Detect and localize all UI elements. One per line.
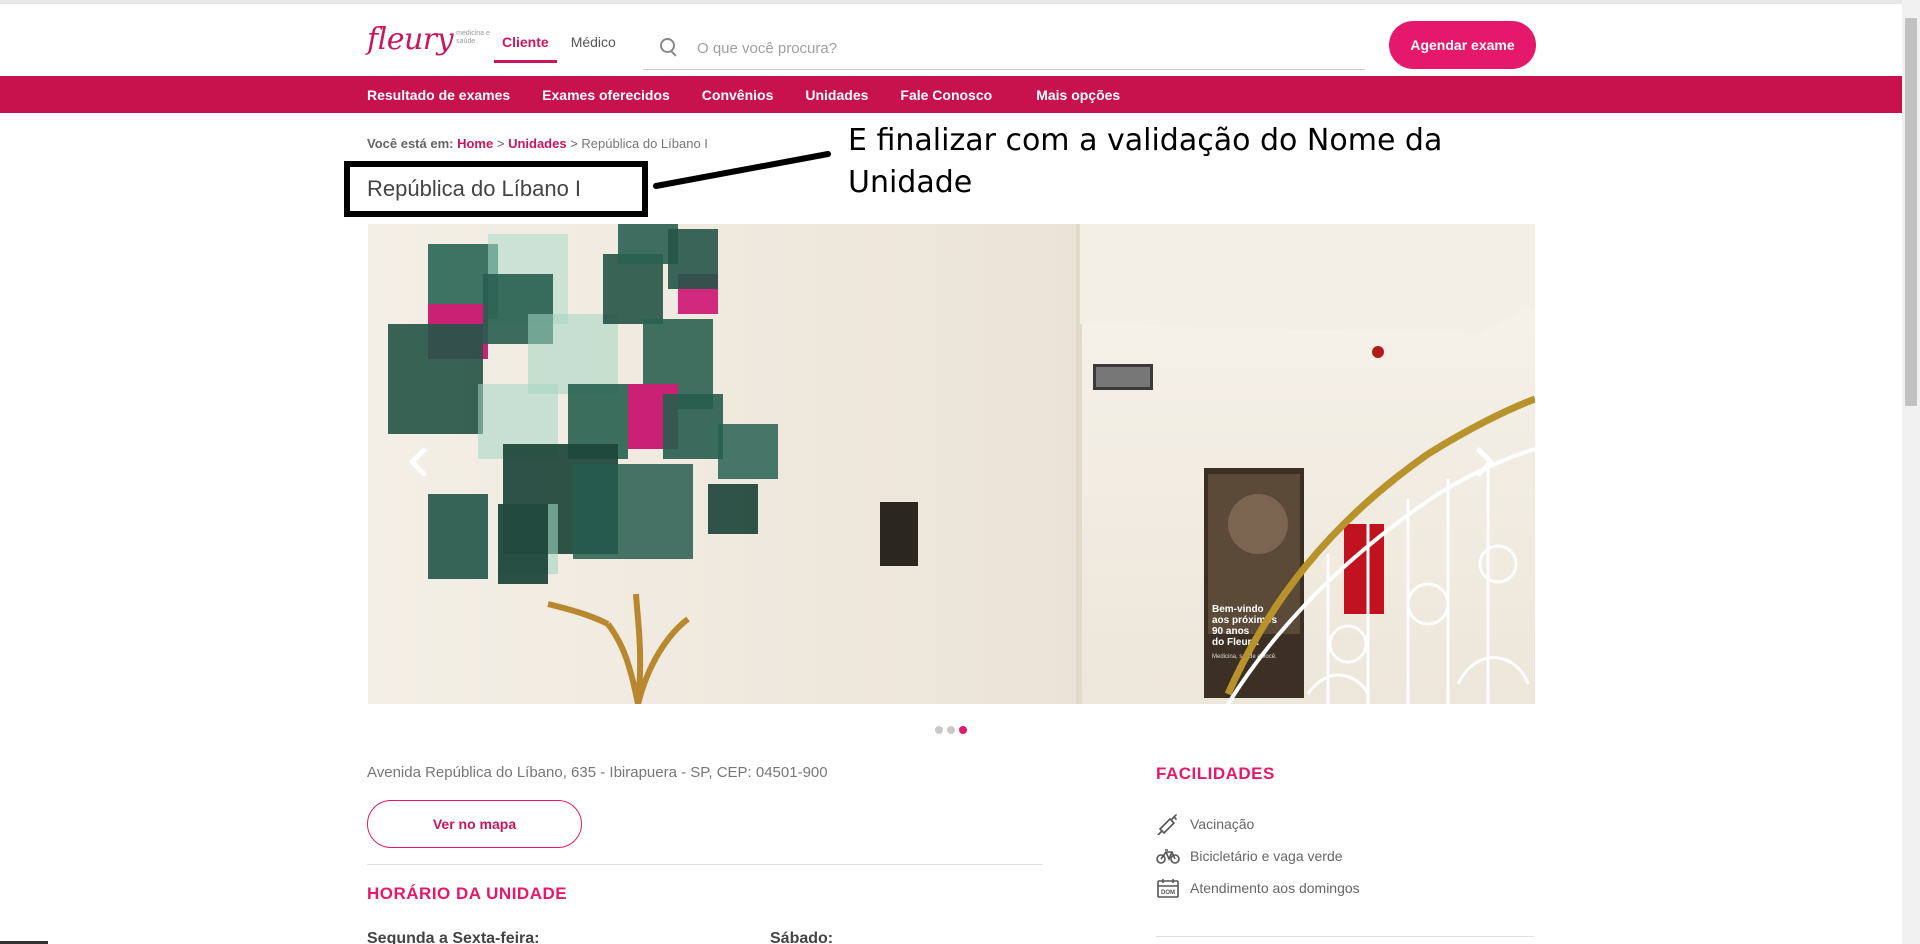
svg-text:DOM: DOM: [1161, 890, 1175, 896]
annotation-text: E finalizar com a validação do Nome da U…: [848, 123, 1443, 200]
nav-item-fale-conosco[interactable]: Fale Conosco: [900, 87, 992, 103]
search-bar: [643, 28, 1365, 70]
facility-item-vacinacao: Vacinação: [1156, 808, 1360, 840]
page: fleury medicina e saúde Cliente Médico A…: [0, 0, 1902, 944]
chevron-right-icon: [1476, 447, 1494, 477]
carousel-dot[interactable]: [935, 726, 943, 734]
unit-address: Avenida República do Líbano, 635 - Ibira…: [367, 764, 828, 781]
logo-wordmark: fleury: [367, 22, 454, 57]
nav-item-unidades[interactable]: Unidades: [805, 87, 868, 103]
hours-weekdays-label: Segunda a Sexta-feira:: [367, 930, 540, 944]
scrollbar-thumb[interactable]: [1905, 18, 1917, 406]
hours-title: HORÁRIO DA UNIDADE: [367, 884, 568, 903]
main-nav: Resultado de exames Exames oferecidos Co…: [0, 76, 1902, 113]
facilities-title: FACILIDADES: [1156, 764, 1275, 783]
schedule-exam-button[interactable]: Agendar exame: [1389, 21, 1536, 69]
carousel-next-button[interactable]: [1465, 442, 1505, 482]
page-title: República do Líbano I: [367, 176, 582, 201]
nav-item-exames-oferecidos[interactable]: Exames oferecidos: [542, 87, 670, 103]
unit-photo-carousel: Bem-vindo aos próximos 90 anos do Fleury…: [368, 224, 1535, 704]
carousel-dot[interactable]: [947, 726, 955, 734]
breadcrumb-prefix: Você está em:: [367, 136, 454, 151]
carousel-prev-button[interactable]: [398, 442, 438, 482]
facility-label: Bicicletário e vaga verde: [1190, 848, 1343, 864]
nav-item-convenios[interactable]: Convênios: [702, 87, 774, 103]
tab-cliente[interactable]: Cliente: [494, 34, 557, 63]
tab-medico[interactable]: Médico: [571, 34, 616, 63]
facility-label: Vacinação: [1190, 816, 1255, 832]
search-input[interactable]: [697, 40, 1297, 57]
facility-item-domingos: DOM Atendimento aos domingos: [1156, 872, 1360, 904]
bicycle-icon: [1156, 849, 1180, 864]
site-header: fleury medicina e saúde Cliente Médico A…: [0, 0, 1902, 76]
facility-item-bicicletario: Bicicletário e vaga verde: [1156, 840, 1360, 872]
facility-label: Atendimento aos domingos: [1190, 880, 1360, 896]
nav-item-resultado-de-exames[interactable]: Resultado de exames: [367, 87, 510, 103]
facilities-list: Vacinação Bicicletário e vaga verde DOM …: [1156, 808, 1360, 904]
nav-item-mais-opcoes[interactable]: Mais opções: [1036, 87, 1120, 103]
section-divider: [367, 864, 1043, 865]
syringe-icon: [1157, 814, 1177, 835]
search-icon[interactable]: [657, 36, 683, 62]
breadcrumb-home-link[interactable]: Home: [457, 136, 493, 151]
logo-tagline: medicina e saúde: [456, 30, 490, 45]
breadcrumb-separator: >: [496, 136, 505, 151]
chevron-left-icon: [409, 447, 427, 477]
page-scrollbar[interactable]: [1902, 0, 1920, 944]
calendar-icon: DOM: [1157, 879, 1179, 898]
carousel-dot-active[interactable]: [959, 726, 967, 734]
facilities-divider: [1156, 936, 1534, 937]
fleury-logo[interactable]: fleury medicina e saúde: [367, 22, 492, 62]
view-map-button[interactable]: Ver no mapa: [367, 800, 582, 848]
audience-tabs: Cliente Médico: [494, 34, 616, 63]
annotation-pointer-line: [653, 151, 831, 189]
breadcrumb-unidades-link[interactable]: Unidades: [508, 136, 567, 151]
hours-saturday-label: Sábado:: [770, 930, 834, 944]
unit-photo: Bem-vindo aos próximos 90 anos do Fleury…: [368, 224, 1535, 704]
breadcrumb-separator: >: [570, 136, 578, 151]
carousel-dots: [935, 726, 967, 734]
